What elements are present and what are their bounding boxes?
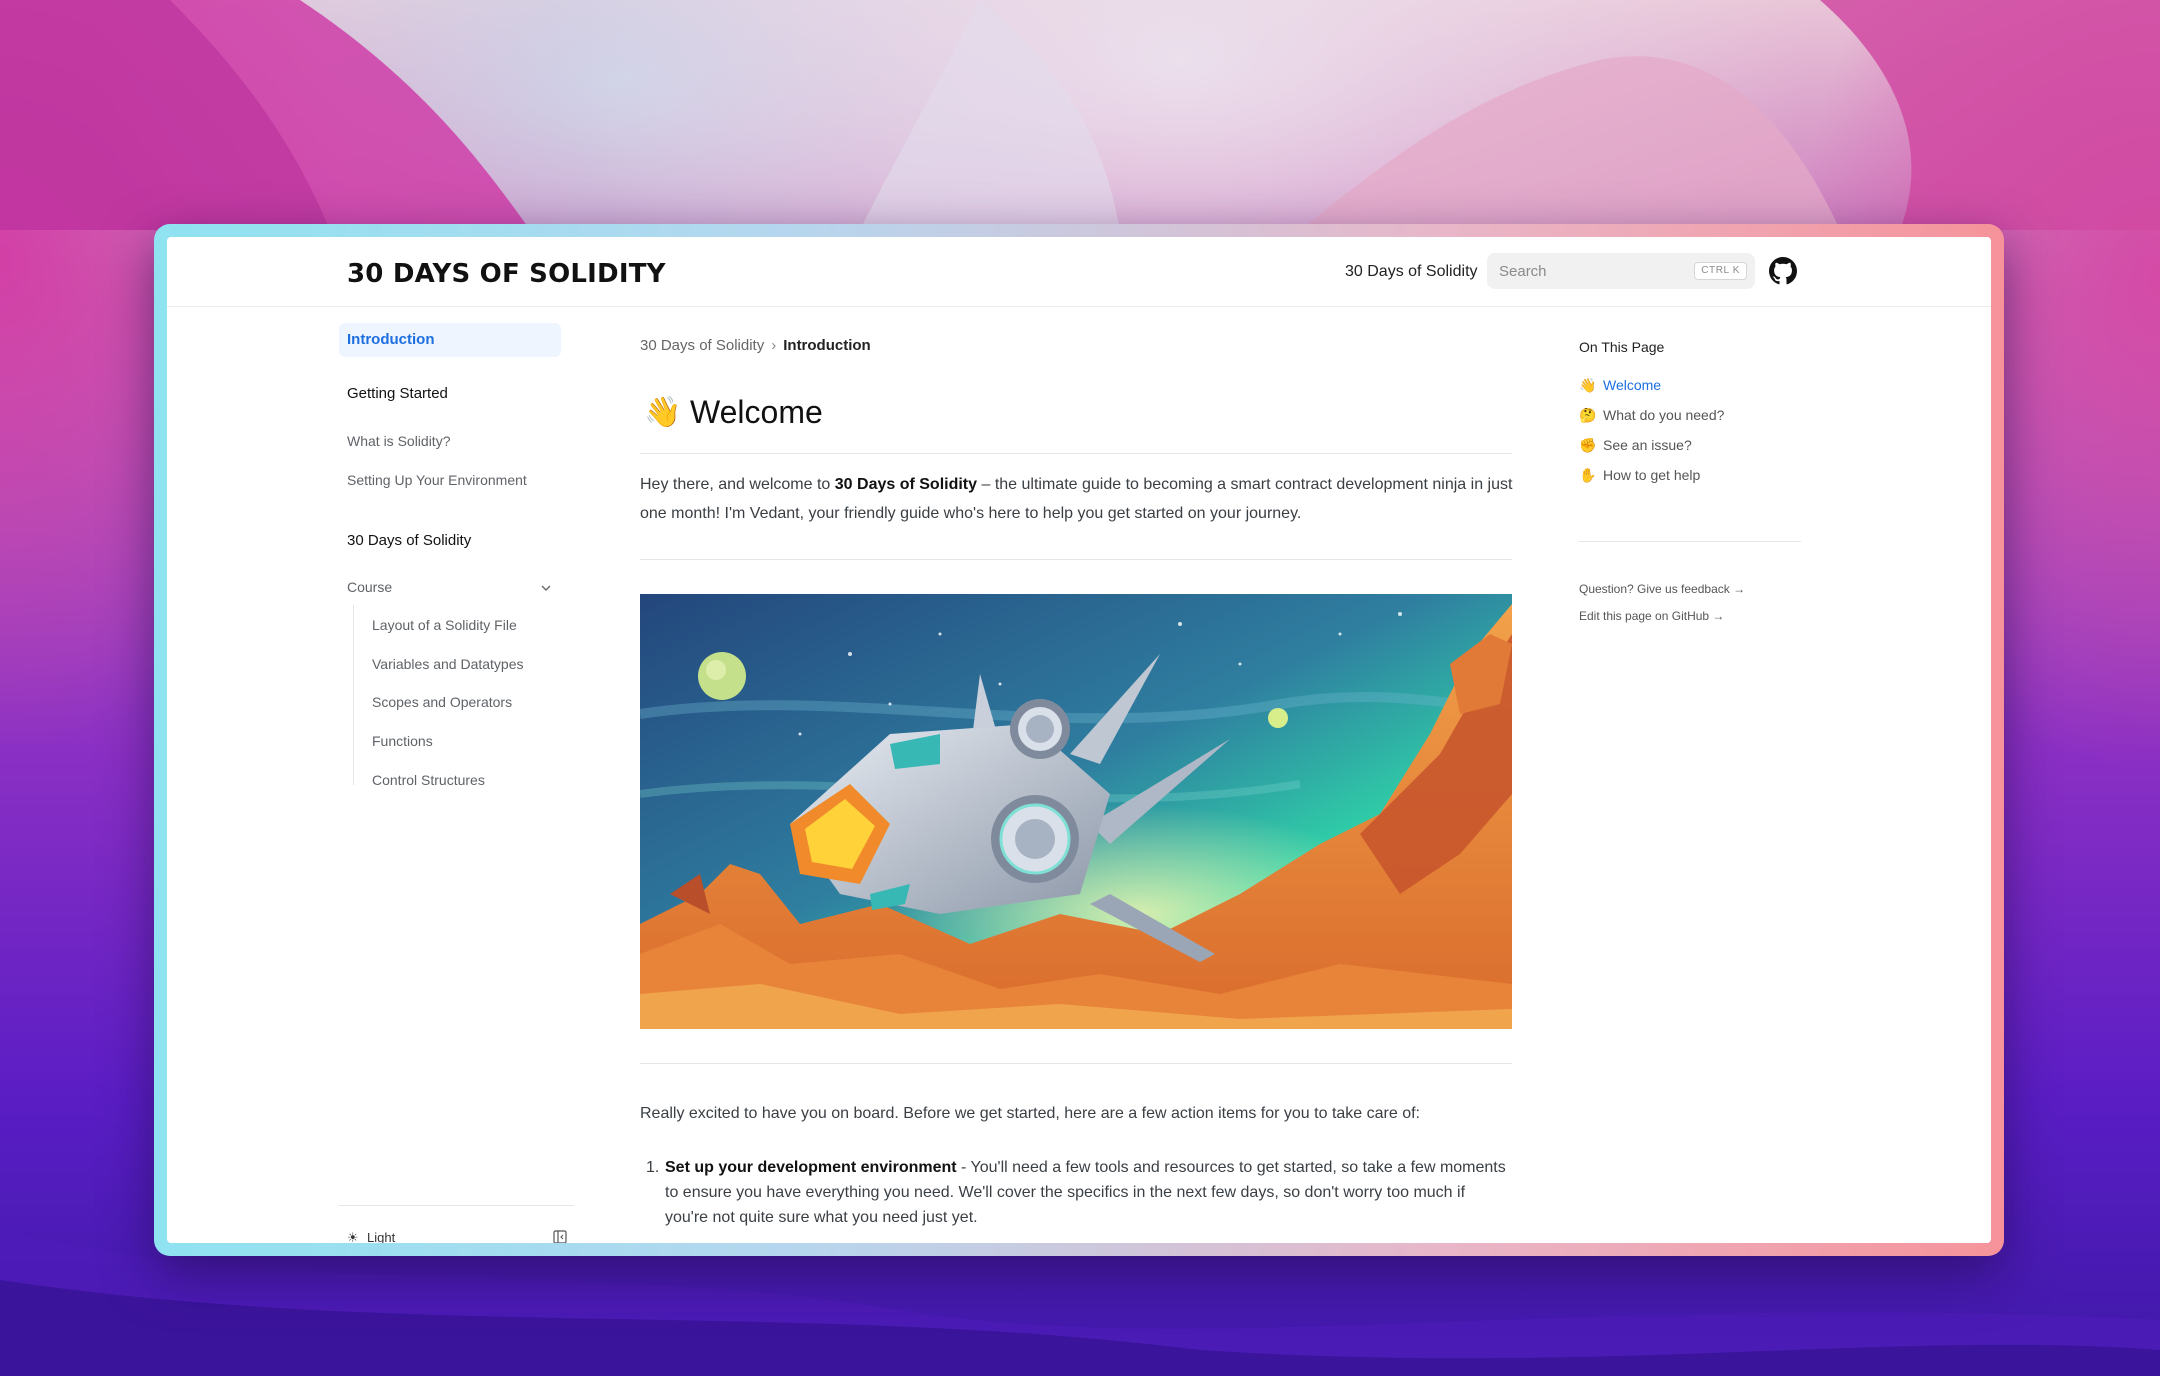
intro-paragraph: Hey there, and welcome to 30 Days of Sol… [640,470,1520,528]
top-navbar: 30 DAYS OF SOLIDITY 30 Days of Solidity … [167,237,1991,307]
sidebar-item-control-structures[interactable]: Control Structures [372,772,485,788]
toc-item-label: How to get help [1603,467,1701,483]
list-item-text: Set up your development environment - Yo… [665,1155,1510,1230]
theme-toggle-label: Light [367,1230,396,1243]
waving-hand-emoji: 👋 [1579,377,1597,393]
collapse-sidebar-icon[interactable] [553,1230,567,1243]
breadcrumb-current: Introduction [783,337,871,354]
raised-hand-emoji: ✋ [1579,467,1597,483]
action-items-intro: Really excited to have you on board. Bef… [640,1105,1420,1122]
sidebar-item-variables[interactable]: Variables and Datatypes [372,656,524,672]
feedback-link[interactable]: Question? Give us feedback → [1579,582,1745,596]
sidebar-heading-getting-started: Getting Started [347,385,448,402]
toc-title: On This Page [1579,339,1665,355]
breadcrumb-root[interactable]: 30 Days of Solidity [640,337,764,354]
divider [640,1063,1512,1064]
nav-link-30-days[interactable]: 30 Days of Solidity [1345,263,1478,281]
sidebar-item-scopes[interactable]: Scopes and Operators [372,694,512,710]
list-item-number: 1. [646,1159,660,1176]
edit-on-github-link[interactable]: Edit this page on GitHub → [1579,609,1724,623]
sidebar-footer: ☀ Light [339,1205,574,1243]
page-title: 👋 Welcome [640,392,1512,454]
toc-item-how-to-get-help[interactable]: ✋ How to get help [1579,467,1700,484]
sidebar-item-course-label: Course [347,579,393,595]
chevron-right-icon: › [771,337,777,354]
toc-item-label: Welcome [1603,377,1662,393]
app-window: 30 DAYS OF SOLIDITY 30 Days of Solidity … [167,237,1991,1243]
sidebar-heading-30-days: 30 Days of Solidity [347,532,472,549]
sidebar-tree-line [353,605,354,785]
sidebar-item-functions[interactable]: Functions [372,733,433,749]
browser-frame: 30 DAYS OF SOLIDITY 30 Days of Solidity … [154,224,2004,1256]
intro-bold: 30 Days of Solidity [834,476,978,493]
toc-item-label: What do you need? [1603,407,1725,423]
divider [640,559,1512,560]
intro-text-1: Hey there, and welcome to [640,476,835,493]
page-title-text: Welcome [690,394,823,430]
spaceship-illustration [640,594,1512,1029]
sidebar-item-what-is-solidity[interactable]: What is Solidity? [347,433,450,449]
search-box[interactable]: CTRL K [1487,253,1755,289]
sidebar-item-layout[interactable]: Layout of a Solidity File [372,617,517,633]
sidebar-item-setting-up[interactable]: Setting Up Your Environment [347,472,527,488]
theme-toggle-button[interactable]: ☀ Light [347,1230,395,1243]
toc-item-what-do-you-need[interactable]: 🤔 What do you need? [1579,407,1724,424]
github-icon[interactable] [1769,257,1797,285]
toc-item-label: See an issue? [1603,437,1692,453]
docs-sidebar: Introduction Getting Started What is Sol… [339,307,589,1243]
action-items-list: 1. Set up your development environment -… [640,1155,1512,1235]
waving-hand-emoji: 👋 [644,396,682,429]
toc-item-welcome[interactable]: 👋 Welcome [1579,377,1661,394]
divider [1579,541,1801,542]
site-logo[interactable]: 30 DAYS OF SOLIDITY [347,259,666,289]
chevron-down-icon [541,585,551,591]
sun-icon: ☀ [347,1230,359,1243]
sidebar-item-course[interactable]: Course [347,579,553,595]
list-item: 1. Set up your development environment -… [640,1155,1512,1235]
thinking-face-emoji: 🤔 [1579,407,1597,423]
search-shortcut-badge: CTRL K [1694,262,1747,280]
list-item-bold: Set up your development environment [665,1159,957,1176]
sidebar-item-introduction[interactable]: Introduction [339,323,561,357]
breadcrumb: 30 Days of Solidity › Introduction [640,337,871,354]
toc-item-see-an-issue[interactable]: ✊ See an issue? [1579,437,1692,454]
raised-fist-emoji: ✊ [1579,437,1597,453]
